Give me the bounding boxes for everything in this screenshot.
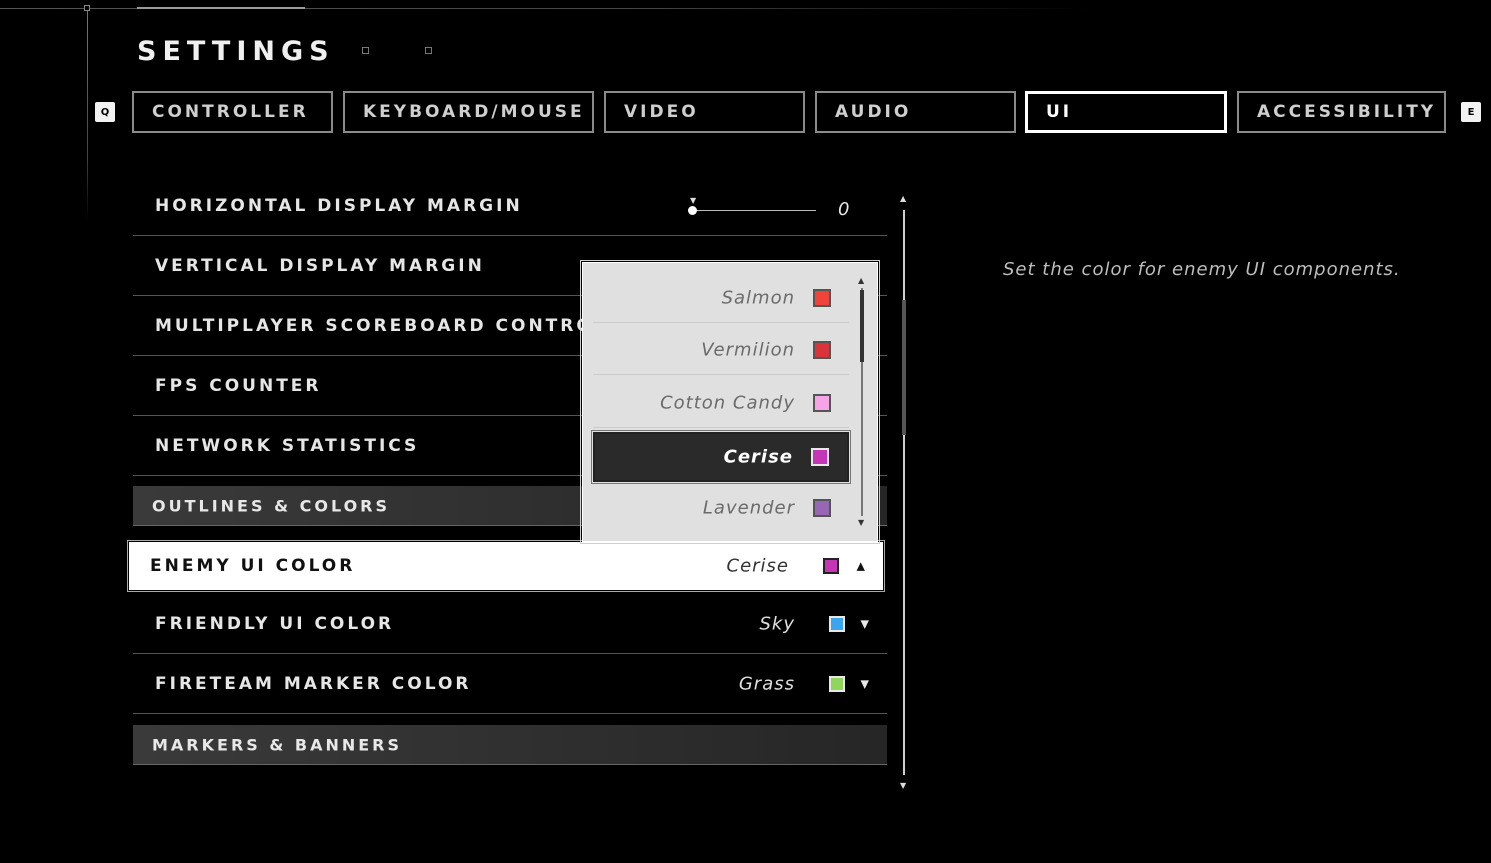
setting-friendly-ui-color[interactable]: FRIENDLY UI COLOR Sky ▼ xyxy=(133,594,887,654)
setting-label: NETWORK STATISTICS xyxy=(155,435,420,456)
dropdown-option-vermilion[interactable]: Vermilion xyxy=(593,325,849,375)
prev-tab-key-hint[interactable]: Q xyxy=(95,102,115,122)
section-label: MARKERS & BANNERS xyxy=(152,735,403,754)
setting-label: VERTICAL DISPLAY MARGIN xyxy=(155,255,485,276)
dropdown-option-cerise[interactable]: Cerise xyxy=(591,430,851,484)
next-tab-key-hint[interactable]: E xyxy=(1461,102,1481,122)
tab-ui[interactable]: UI xyxy=(1025,91,1227,133)
page-indicator-dot xyxy=(362,47,369,54)
dropdown-option-cotton-candy[interactable]: Cotton Candy xyxy=(593,378,849,428)
tab-audio[interactable]: AUDIO xyxy=(815,91,1016,133)
section-label: OUTLINES & COLORS xyxy=(152,496,391,515)
option-label: Vermilion xyxy=(701,339,795,360)
color-swatch xyxy=(829,675,845,692)
settings-scrollbar-thumb[interactable] xyxy=(902,300,906,435)
horizontal-margin-slider[interactable] xyxy=(690,210,816,211)
color-swatch xyxy=(829,615,845,632)
color-swatch xyxy=(813,288,831,307)
color-swatch xyxy=(813,499,831,517)
settings-scrollbar[interactable] xyxy=(903,210,905,775)
color-swatch xyxy=(823,558,839,574)
slider-handle[interactable] xyxy=(688,206,697,215)
left-frame-line xyxy=(87,8,88,220)
dropdown-scroll-down-icon[interactable]: ▼ xyxy=(858,518,864,527)
setting-fireteam-marker-color[interactable]: FIRETEAM MARKER COLOR Grass ▼ xyxy=(133,654,887,714)
slider-value: 0 xyxy=(838,199,850,220)
color-dropdown-list[interactable]: Salmon Vermilion Cotton Candy Cerise Lav… xyxy=(580,260,880,544)
color-swatch xyxy=(813,393,831,412)
setting-label: MULTIPLAYER SCOREBOARD CONTROL xyxy=(155,315,608,336)
setting-label: FRIENDLY UI COLOR xyxy=(155,613,395,634)
tab-accessibility[interactable]: ACCESSIBILITY xyxy=(1237,91,1446,133)
tab-controller[interactable]: CONTROLLER xyxy=(132,91,333,133)
option-label: Cerise xyxy=(723,446,793,468)
dropdown-option-lavender[interactable]: Lavender xyxy=(593,483,849,533)
setting-label: ENEMY UI COLOR xyxy=(150,556,356,576)
dropdown-scrollbar-thumb[interactable] xyxy=(860,290,864,362)
dropdown-scroll-up-icon[interactable]: ▲ xyxy=(858,276,864,285)
frame-corner-marker xyxy=(84,5,90,11)
color-swatch xyxy=(813,340,831,359)
setting-label: HORIZONTAL DISPLAY MARGIN xyxy=(155,195,523,216)
setting-value: Sky xyxy=(759,613,795,634)
list-scroll-up-icon[interactable]: ▲ xyxy=(900,194,906,203)
chevron-up-icon[interactable]: ▲ xyxy=(857,560,865,573)
option-label: Salmon xyxy=(721,287,795,308)
tab-keyboard-mouse[interactable]: KEYBOARD/MOUSE xyxy=(343,91,594,133)
tab-video[interactable]: VIDEO xyxy=(604,91,805,133)
option-label: Cotton Candy xyxy=(660,392,795,413)
top-divider-highlight xyxy=(137,7,305,9)
section-header-markers-banners: MARKERS & BANNERS xyxy=(133,725,887,765)
setting-horizontal-display-margin[interactable]: HORIZONTAL DISPLAY MARGIN xyxy=(133,176,887,236)
setting-value: Grass xyxy=(738,673,795,694)
dropdown-option-salmon[interactable]: Salmon xyxy=(593,273,849,323)
color-swatch xyxy=(811,448,829,466)
page-title: SETTINGS xyxy=(137,36,335,67)
setting-label: FIRETEAM MARKER COLOR xyxy=(155,673,472,694)
setting-value: Cerise xyxy=(726,555,789,577)
list-scroll-down-icon[interactable]: ▼ xyxy=(900,781,906,790)
chevron-down-icon[interactable]: ▼ xyxy=(861,617,869,630)
chevron-down-icon[interactable]: ▼ xyxy=(861,677,869,690)
page-indicator-dot xyxy=(425,47,432,54)
setting-label: FPS COUNTER xyxy=(155,375,322,396)
option-label: Lavender xyxy=(702,497,795,519)
setting-enemy-ui-color[interactable]: ENEMY UI COLOR Cerise ▲ xyxy=(127,540,885,592)
setting-description: Set the color for enemy UI components. xyxy=(1003,259,1401,280)
slider-default-marker: ▼ xyxy=(690,196,697,205)
